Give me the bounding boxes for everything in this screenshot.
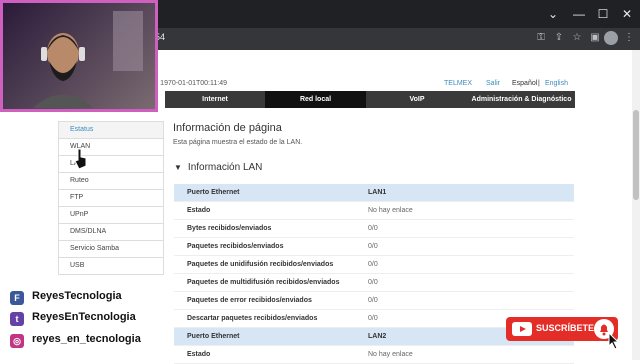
tab-red-local[interactable]: Red local — [265, 91, 366, 108]
table-key: Paquetes de error recibidos/enviados — [187, 297, 312, 304]
page-description: Esta página muestra el estado de la LAN. — [173, 139, 303, 146]
menu-kebab-icon[interactable]: ⋮ — [622, 31, 636, 45]
subscribe-label: SUSCRÍBETE — [536, 323, 595, 333]
maximize-button[interactable]: ☐ — [590, 0, 616, 28]
brand-link[interactable]: TELMEX — [444, 80, 472, 87]
page-title: Información de página — [173, 122, 282, 134]
triangle-down-icon: ▼ — [174, 163, 182, 172]
lang-en-link[interactable]: English — [545, 80, 568, 87]
table-value: 0/0 — [368, 261, 378, 268]
table-row: Paquetes recibidos/enviados 0/0 — [174, 238, 574, 256]
subscribe-button[interactable]: SUSCRÍBETE — [506, 317, 618, 341]
table-key: Paquetes de unidifusión recibidos/enviad… — [187, 261, 334, 268]
close-window-button[interactable]: ✕ — [614, 0, 640, 28]
tab-admin[interactable]: Administración & Diagnóstico — [468, 91, 575, 108]
table-head-row: Puerto Ethernet LAN1 — [174, 184, 574, 202]
table-row: Paquetes de unidifusión recibidos/enviad… — [174, 256, 574, 274]
table-value: LAN2 — [368, 333, 387, 340]
sidebar-icon[interactable]: ▣ — [588, 31, 602, 45]
sidebar-item-samba[interactable]: Servicio Samba — [58, 241, 164, 258]
facebook-icon: F — [10, 291, 24, 305]
lang-separator: | — [538, 80, 540, 87]
table-row: Paquetes de multidifusión recibidos/envi… — [174, 274, 574, 292]
table-value: 0/0 — [368, 243, 378, 250]
background-door — [113, 11, 143, 71]
table-value: 0/0 — [368, 225, 378, 232]
share-icon[interactable]: ⇪ — [552, 31, 566, 45]
key-icon[interactable]: ⚿ — [534, 31, 548, 45]
scrollbar-thumb[interactable] — [633, 110, 639, 200]
table-value: 0/0 — [368, 315, 378, 322]
social-label: reyes_en_tecnologia — [32, 333, 141, 345]
table-key: Bytes recibidos/enviados — [187, 225, 272, 232]
sidebar: Estatus WLAN LAN Ruteo FTP UPnP DMS/DLNA… — [58, 121, 164, 275]
table-value: No hay enlace — [368, 351, 413, 358]
social-label: ReyesTecnologia — [32, 290, 122, 302]
scrollbar[interactable] — [632, 50, 640, 360]
table-key: Descartar paquetes recibidos/enviados — [187, 315, 318, 322]
hand-cursor-icon — [74, 148, 87, 170]
main-nav: Internet Red local VoIP Administración &… — [165, 91, 575, 108]
star-icon[interactable]: ☆ — [570, 31, 584, 45]
streamer-video — [33, 33, 93, 108]
table-row: Estado No hay enlace — [174, 202, 574, 220]
table-value: 0/0 — [368, 297, 378, 304]
tab-search-icon[interactable]: ⌄ — [540, 0, 566, 28]
sidebar-item-usb[interactable]: USB — [58, 258, 164, 275]
table-value: 0/0 — [368, 279, 378, 286]
table-row: Estado No hay enlace — [174, 346, 574, 364]
sidebar-item-dms[interactable]: DMS/DLNA — [58, 224, 164, 241]
table-key: Puerto Ethernet — [187, 333, 240, 340]
sidebar-item-ruteo[interactable]: Ruteo — [58, 173, 164, 190]
sidebar-item-estatus[interactable]: Estatus — [58, 121, 164, 139]
lan1-table: Puerto Ethernet LAN1 Estado No hay enlace … — [174, 184, 574, 328]
sidebar-item-ftp[interactable]: FTP — [58, 190, 164, 207]
tab-voip[interactable]: VoIP — [366, 91, 468, 108]
table-key: Paquetes de multidifusión recibidos/envi… — [187, 279, 340, 286]
table-row: Paquetes de error recibidos/enviados 0/0 — [174, 292, 574, 310]
minimize-button[interactable]: — — [566, 0, 592, 28]
social-label: ReyesEnTecnologia — [32, 311, 136, 323]
logout-link[interactable]: Salir — [486, 80, 500, 87]
pointer-cursor-icon — [608, 332, 620, 350]
webcam-overlay — [0, 0, 158, 112]
table-row: Bytes recibidos/enviados 0/0 — [174, 220, 574, 238]
sidebar-item-upnp[interactable]: UPnP — [58, 207, 164, 224]
table-key: Paquetes recibidos/enviados — [187, 243, 284, 250]
twitch-icon: t — [10, 312, 24, 326]
instagram-icon: ◎ — [10, 334, 24, 348]
section-title: Información LAN — [187, 162, 263, 173]
profile-avatar[interactable] — [604, 31, 618, 45]
tab-internet[interactable]: Internet — [165, 91, 265, 108]
youtube-icon — [512, 322, 532, 336]
lang-es-link[interactable]: Español — [512, 80, 537, 87]
section-header[interactable]: ▼ Información LAN — [174, 162, 262, 173]
table-value: No hay enlace — [368, 207, 413, 214]
table-key: Puerto Ethernet — [187, 189, 240, 196]
table-key: Estado — [187, 207, 211, 214]
table-key: Estado — [187, 351, 211, 358]
table-value: LAN1 — [368, 189, 387, 196]
